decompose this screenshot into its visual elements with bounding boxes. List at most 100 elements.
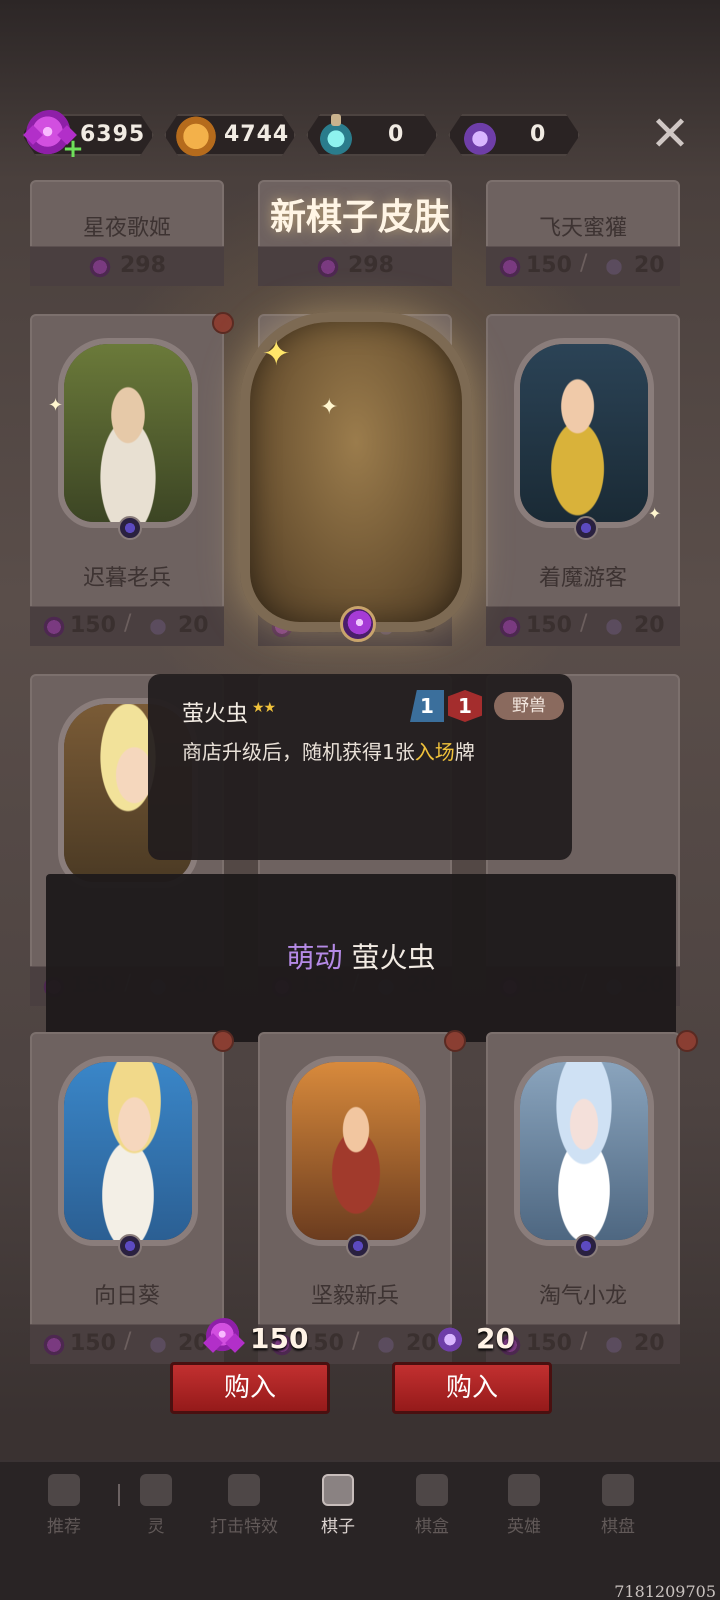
add-candy-icon[interactable]: + (62, 136, 84, 162)
health-stat: 1 (448, 690, 482, 722)
skin-name: 坚毅新兵 (310, 1284, 399, 1309)
desc-text: 商店升级后，随机获得1张 (182, 740, 415, 764)
star-rating: ★★ (252, 700, 276, 716)
tooltip-title: 萤火虫 (182, 702, 249, 727)
desc-text: 牌 (454, 740, 475, 764)
skin-name: 迟暮老兵 (82, 566, 171, 591)
sun-burst-icon (228, 1474, 260, 1506)
potion-amount: 0 (388, 122, 405, 147)
skin-card[interactable]: 着魔游客 150 / 20 (486, 314, 680, 646)
skin-card[interactable]: 坚毅新兵 150 / 20 (258, 1032, 452, 1364)
pumpkin-amount: 4744 (224, 122, 290, 147)
recommend-icon (48, 1474, 80, 1506)
buy-with-candy-button[interactable]: 购入 (170, 1362, 330, 1414)
crystal-bag-icon (602, 615, 626, 639)
price-bar: 150 / 20 (486, 1324, 680, 1364)
bag-amount: 0 (530, 122, 547, 147)
buy-with-bag-button[interactable]: 购入 (392, 1362, 552, 1414)
wanderer-illustration (520, 344, 648, 522)
candy-icon (316, 255, 340, 279)
price-divider: / (124, 611, 132, 636)
tab-heroes[interactable]: 英雄 (484, 1474, 564, 1537)
candy-icon (498, 255, 522, 279)
price-bag: 20 (634, 1331, 665, 1356)
banner-name: 萤火虫 (351, 941, 436, 974)
tab-label: 灵 (147, 1517, 165, 1537)
banner-tag: 萌动 (286, 941, 343, 974)
tab-label: 英雄 (507, 1517, 541, 1537)
price-bar: 150 / 20 (486, 606, 680, 646)
skin-card[interactable]: 向日葵 150 / 20 (30, 1032, 224, 1364)
price-bar: 298 (30, 246, 224, 286)
crystal-bag-icon (146, 1333, 170, 1357)
tab-board[interactable]: 棋盘 (578, 1474, 658, 1537)
skin-portrait (286, 1056, 426, 1246)
new-badge (676, 1030, 698, 1052)
new-badge (444, 1030, 466, 1052)
page-title: 新棋子皮肤 (269, 197, 450, 238)
bottom-nav: 推荐 灵 打击特效 棋子 棋盒 英雄 棋盘 (0, 1460, 720, 1600)
skin-name: 着魔游客 (538, 566, 627, 591)
price-bag: 20 (634, 613, 665, 638)
tribe-tag: 野兽 (494, 692, 564, 720)
box-icon (416, 1474, 448, 1506)
skin-card[interactable]: 淘气小龙 150 / 20 (486, 1032, 680, 1364)
price-divider: / (124, 1329, 132, 1354)
rarity-gem-icon (118, 1234, 142, 1258)
skin-portrait (58, 338, 198, 528)
sparkle-icon: ✦ (648, 504, 662, 523)
new-badge (212, 1030, 234, 1052)
price-candy: 298 (348, 253, 394, 278)
sparkle-icon: ✦ (262, 334, 291, 374)
tab-recommend[interactable]: 推荐 (24, 1474, 104, 1537)
veteran-illustration (64, 344, 192, 522)
banner-text: 萌动 萤火虫 (46, 936, 676, 976)
potion-icon (312, 110, 360, 158)
tab-pieces[interactable]: 棋子 (298, 1474, 378, 1537)
skin-name: 向日葵 (93, 1284, 160, 1309)
crystal-bag-icon (432, 1318, 468, 1354)
sparkle-icon: ✦ (48, 395, 64, 416)
tab-hit-effects[interactable]: 打击特效 (204, 1474, 284, 1537)
price-bar: 150 / 20 (30, 606, 224, 646)
skin-card[interactable]: 迟暮老兵 150 / 20 (30, 314, 224, 646)
tooltip-description: 商店升级后，随机获得1张入场牌 (182, 736, 475, 765)
tab-label: 棋盘 (601, 1517, 635, 1537)
price-bag: 20 (178, 613, 209, 638)
pumpkin-coin-icon (172, 110, 220, 158)
tab-label: 棋子 (321, 1517, 355, 1537)
price-divider: / (580, 611, 588, 636)
sunflower-illustration (64, 1062, 192, 1240)
price-divider: / (580, 251, 588, 276)
attack-stat: 1 (410, 690, 444, 722)
desc-keyword: 入场 (414, 740, 455, 764)
skin-portrait (514, 1056, 654, 1246)
skin-tooltip: 萤火虫 ★★ 1 1 野兽 商店升级后，随机获得1张入场牌 (148, 674, 572, 860)
price-divider: / (352, 1329, 360, 1354)
crystal-bag-icon (456, 110, 504, 158)
price-candy: 298 (120, 253, 166, 278)
skin-name: 淘气小龙 (538, 1284, 627, 1309)
tab-label: 推荐 (47, 1517, 81, 1537)
card-icon (322, 1474, 354, 1506)
dragon-illustration (520, 1062, 648, 1240)
tab-label: 打击特效 (210, 1517, 278, 1537)
rarity-gem-icon (574, 516, 598, 540)
bag-price: 20 (476, 1322, 515, 1355)
board-icon (602, 1474, 634, 1506)
price-candy: 150 (526, 1331, 572, 1356)
nav-divider (118, 1484, 120, 1506)
price-candy: 150 (70, 1331, 116, 1356)
tab-spirit[interactable]: 灵 (116, 1474, 196, 1537)
skin-portrait (58, 1056, 198, 1246)
sparkle-icon: ✦ (320, 395, 339, 420)
candy-icon (206, 1318, 242, 1354)
tab-piece-box[interactable]: 棋盒 (392, 1474, 472, 1537)
rarity-gem-icon (574, 1234, 598, 1258)
close-icon[interactable]: ✕ (646, 110, 694, 160)
price-bag: 20 (634, 253, 665, 278)
rarity-gem-icon (346, 1234, 370, 1258)
rarity-gem-icon (340, 606, 376, 642)
user-id: 7181209705 (614, 1582, 716, 1600)
price-bar: 150 / 20 (486, 246, 680, 286)
